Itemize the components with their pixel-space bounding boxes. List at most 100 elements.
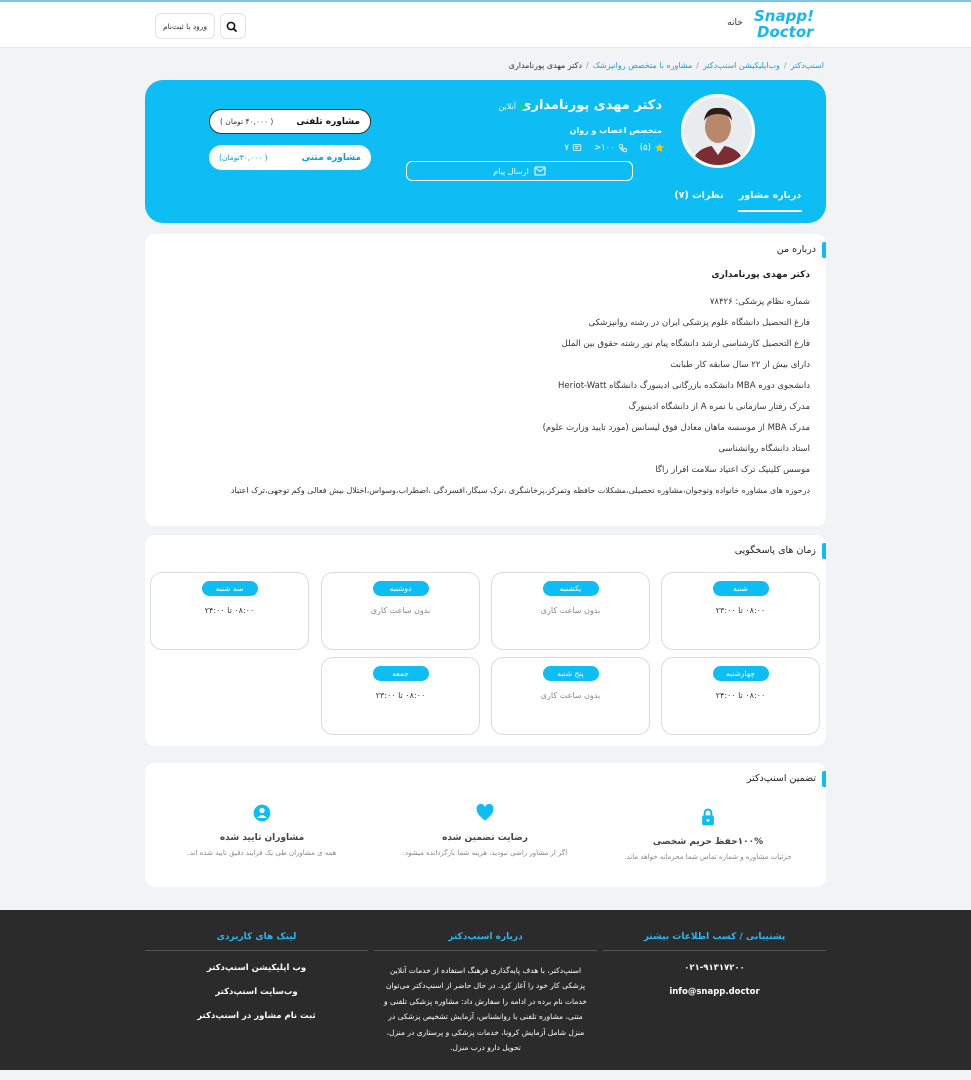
text-consult-button[interactable]: مشاوره متنی ( ۳۰,۰۰۰تومان) — [209, 145, 371, 170]
footer-about-column: درباره اسنپ‌دکتر اسنپ‌دکتر، با هدف پایه‌… — [374, 932, 597, 1055]
footer-email[interactable]: info@snapp.doctor — [603, 987, 826, 997]
day-hours: بدون ساعت کاری — [540, 691, 601, 700]
user-verified-icon — [253, 804, 271, 822]
guarantee-satisfaction: رضایت تضمین شده اگر از مشاور راضی نبودید… — [375, 803, 595, 857]
lock-icon — [702, 808, 714, 826]
rating-value: (۵) — [639, 142, 651, 153]
section-marker — [822, 543, 826, 559]
phone-consult-label: مشاوره تلفنی — [296, 116, 360, 127]
footer-about-text: اسنپ‌دکتر، با هدف پایه‌گذاری فرهنگ استفا… — [374, 963, 597, 1055]
guarantee-item-desc: جزئیات مشاوره و شماره تماس شما محرمانه خ… — [624, 853, 792, 861]
login-register-button[interactable]: ورود یا ثبت‌نام — [155, 13, 215, 39]
top-navbar: Snapp! Doctor خانه ورود یا ثبت‌نام — [0, 0, 971, 48]
about-line: دارای بیش از ۲۲ سال سابقه کار طبابت — [670, 360, 810, 370]
tab-reviews[interactable]: نظرات (۷) — [668, 188, 730, 212]
day-label: یکشنبه — [542, 581, 599, 596]
phone-consult-button[interactable]: مشاوره تلفنی ( ۴۰,۰۰۰ تومان ) — [209, 109, 371, 134]
breadcrumb-item-home[interactable]: اسنپ‌دکتر — [791, 61, 824, 70]
day-card-tuesday: سه شنبه ۰۸:۰۰ تا ۲۴:۰۰ — [150, 572, 309, 650]
breadcrumb-item-webapp[interactable]: وب‌اپلیکیشن اسنپ‌دکتر — [703, 61, 780, 70]
guarantee-item-desc: همه ی مشاوران طی یک فرایند دقیق تایید شد… — [187, 849, 337, 857]
text-consult-price: ( ۳۰,۰۰۰تومان) — [219, 153, 268, 162]
calls-value: ۱۰۰< — [593, 142, 615, 153]
about-section: درباره من دکتر مهدی پورنامداری شماره نظا… — [145, 234, 826, 526]
breadcrumb: اسنپ‌دکتر/وب‌اپلیکیشن اسنپ‌دکتر/مشاوره ب… — [509, 61, 824, 70]
response-times-section: زمان های پاسخگویی شنبه ۰۸:۰۰ تا ۲۳:۰۰ یک… — [145, 535, 826, 746]
star-icon — [654, 142, 665, 152]
about-line: فارغ التحصیل کارشناسی ارشد دانشگاه پیام … — [561, 339, 810, 349]
messages-value: ۷ — [564, 142, 569, 153]
breadcrumb-item-psychiatrist[interactable]: مشاوره با متخصص روانپزشک — [593, 61, 693, 70]
breadcrumb-current: دکتر مهدی پورنامداری — [508, 61, 583, 70]
search-icon — [226, 21, 237, 32]
guarantee-item-title: مشاوران تایید شده — [219, 833, 305, 843]
about-line: شماره نظام پزشکی: ۷۸۴۲۶ — [709, 297, 810, 307]
day-hours: بدون ساعت کاری — [540, 606, 601, 615]
phone-consult-price: ( ۴۰,۰۰۰ تومان ) — [220, 117, 274, 126]
footer-about-line: تحویل دارو درب منزل. — [450, 1043, 521, 1053]
guarantee-item-title: رضایت تضمین شده — [442, 833, 528, 843]
envelope-icon — [534, 166, 546, 176]
guarantee-verified: مشاوران تایید شده همه ی مشاوران طی یک فر… — [152, 803, 372, 857]
footer-phone[interactable]: ۰۲۱-۹۱۳۱۷۲۰۰ — [603, 963, 826, 973]
page-bottom-strip — [0, 1070, 971, 1080]
about-line: درحوزه های مشاوره خانواده وتوجوان،مشاوره… — [230, 486, 810, 495]
logo-line-2: Doctor — [757, 23, 814, 41]
guarantee-privacy: ۱۰۰%حفظ حریم شخصی جزئیات مشاوره و شماره … — [598, 807, 818, 861]
day-label: سه شنبه — [201, 581, 258, 596]
day-hours: ۰۸:۰۰ تا ۲۳:۰۰ — [375, 691, 426, 700]
about-line: استاد دانشگاه روانشناسی — [718, 444, 810, 454]
about-section-title: درباره من — [776, 244, 816, 255]
footer-about-line: خدمات نام برده در ادامه را سفارش داد: مش… — [384, 996, 587, 1006]
about-line: مدرک MBA از موسسه ماهان معادل فوق لیسانس… — [542, 423, 810, 433]
footer-link-webapp[interactable]: وب اپلیکیشن اسنپ‌دکتر — [145, 963, 368, 973]
about-doctor-name: دکتر مهدی پورنامداری — [711, 270, 810, 280]
footer-about-title: درباره اسنپ‌دکتر — [374, 932, 597, 951]
day-card-friday: جمعه ۰۸:۰۰ تا ۲۳:۰۰ — [321, 657, 480, 735]
footer-links-title: لینک های کاربردی — [145, 932, 368, 951]
section-marker — [822, 242, 826, 258]
guarantee-section: تضمین اسنپ‌دکتر ۱۰۰%حفظ حریم شخصی جزئیات… — [145, 763, 826, 887]
footer-about-line: متنی، مشاوره تلفنی با روانشناس، آزمایش ت… — [388, 1012, 583, 1022]
doctor-avatar — [681, 94, 755, 168]
send-message-label: ارسال پیام — [493, 166, 529, 176]
breadcrumb-separator: / — [586, 61, 589, 70]
doctor-stats: (۵) ۱۰۰< ۷ — [564, 142, 665, 153]
footer-link-register-counselor[interactable]: ثبت نام مشاور در اسنپ‌دکتر — [145, 1011, 368, 1021]
footer-support-column: پشتیبانی / کسب اطلاعات بیشتر ۰۲۱-۹۱۳۱۷۲۰… — [603, 932, 826, 1011]
footer-about-line: اسنپ‌دکتر، با هدف پایه‌گذاری فرهنگ استفا… — [389, 966, 582, 975]
doctor-name: دکتر مهدی پورنامداری — [519, 98, 662, 113]
logo-line-1: Snapp! — [754, 7, 814, 25]
footer-link-website[interactable]: وب‌سایت اسنپ‌دکتر — [145, 987, 368, 997]
search-button[interactable] — [220, 13, 246, 39]
online-dot-icon — [519, 103, 525, 110]
breadcrumb-separator: / — [783, 61, 787, 70]
day-hours: بدون ساعت کاری — [370, 606, 431, 615]
tab-about-counselor[interactable]: درباره مشاور — [738, 188, 802, 212]
day-label: جمعه — [372, 666, 429, 681]
text-consult-label: مشاوره متنی — [301, 152, 361, 163]
day-label: شنبه — [712, 581, 769, 596]
day-card-thursday: پنج شنبه بدون ساعت کاری — [491, 657, 650, 735]
phone-icon — [618, 143, 627, 152]
online-status: آنلاین — [498, 102, 525, 111]
heart-icon — [476, 803, 494, 821]
message-icon — [572, 143, 582, 151]
day-card-sunday: یکشنبه بدون ساعت کاری — [491, 572, 650, 650]
calls-stat: ۱۰۰< — [594, 143, 628, 153]
about-line: مدرک رفتار سازمانی با نمره A از دانشگاه … — [628, 402, 810, 412]
guarantee-item-desc: اگر از مشاور راضی نبودید، هزینه شما بازگ… — [402, 849, 568, 857]
day-card-wednesday: چهارشنبه ۰۸:۰۰ تا ۲۴:۰۰ — [661, 657, 820, 735]
snapp-doctor-logo[interactable]: Snapp! Doctor — [754, 8, 816, 44]
home-link[interactable]: خانه — [720, 18, 750, 28]
day-label: دوشنبه — [372, 581, 429, 596]
online-status-label: آنلاین — [498, 102, 516, 111]
day-label: چهارشنبه — [712, 666, 769, 681]
send-message-button[interactable]: ارسال پیام — [406, 161, 633, 181]
day-card-saturday: شنبه ۰۸:۰۰ تا ۲۳:۰۰ — [661, 572, 820, 650]
footer-about-line: منزل شامل آزمایش کرونا، خدمات پزشکی و پر… — [386, 1027, 585, 1037]
guarantee-item-title: ۱۰۰%حفظ حریم شخصی — [652, 837, 764, 847]
guarantee-title: تضمین اسنپ‌دکتر — [746, 773, 816, 784]
footer-about-line: پزشکی کار خود را آغاز کرد. در حال حاضر ا… — [385, 981, 586, 991]
day-hours: ۰۸:۰۰ تا ۲۴:۰۰ — [204, 606, 255, 615]
